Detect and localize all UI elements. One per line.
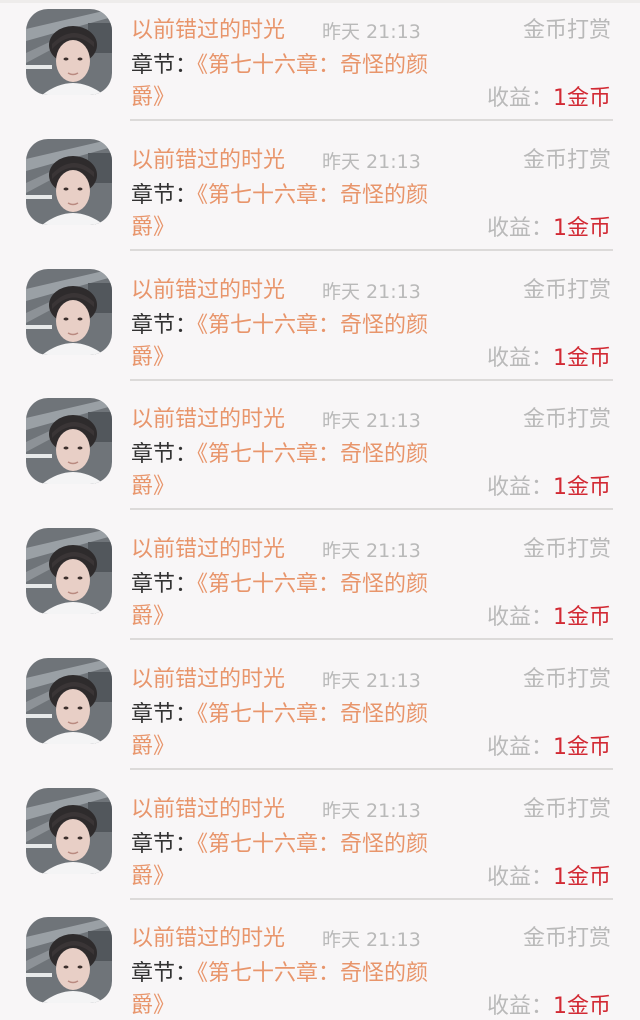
earnings-value: 1金币: [553, 605, 611, 630]
reward-time: 昨天 21:13: [322, 800, 421, 822]
reward-type-label: 金币打赏: [522, 797, 611, 822]
earnings: 收益：1金币: [487, 83, 611, 115]
earnings-value: 1金币: [553, 865, 611, 890]
user-name[interactable]: 以前错过的时光: [131, 664, 285, 696]
reward-record-item[interactable]: 以前错过的时光 昨天 21:13 金币打赏 章节：《第七十六章：奇怪的颜爵》 收…: [0, 0, 640, 130]
earnings-value: 1金币: [553, 735, 611, 760]
earnings-label: 收益：: [486, 605, 553, 630]
chapter-info[interactable]: 章节：《第七十六章：奇怪的颜爵》: [131, 180, 461, 244]
reward-type-label: 金币打赏: [522, 278, 611, 303]
row-divider: [130, 249, 613, 251]
user-avatar-icon[interactable]: [26, 658, 112, 744]
reward-time: 昨天 21:13: [322, 410, 421, 432]
chapter-prefix: 章节：: [131, 702, 198, 727]
earnings-value: 1金币: [553, 86, 611, 111]
earnings-value: 1金币: [553, 216, 611, 241]
user-name[interactable]: 以前错过的时光: [131, 534, 285, 566]
user-avatar-icon[interactable]: [26, 917, 112, 1003]
chapter-info[interactable]: 章节：《第七十六章：奇怪的颜爵》: [131, 699, 461, 763]
earnings-label: 收益：: [486, 86, 553, 111]
reward-record-item[interactable]: 以前错过的时光 昨天 21:13 金币打赏 章节：《第七十六章：奇怪的颜爵》 收…: [0, 519, 640, 649]
user-name[interactable]: 以前错过的时光: [131, 923, 285, 955]
reward-record-item[interactable]: 以前错过的时光 昨天 21:13 金币打赏 章节：《第七十六章：奇怪的颜爵》 收…: [0, 649, 640, 779]
earnings: 收益：1金币: [487, 862, 611, 894]
chapter-prefix: 章节：: [131, 313, 198, 338]
user-name[interactable]: 以前错过的时光: [131, 275, 285, 307]
chapter-info[interactable]: 章节：《第七十六章：奇怪的颜爵》: [131, 569, 461, 633]
user-avatar-icon[interactable]: [26, 9, 112, 95]
reward-record-item[interactable]: 以前错过的时光 昨天 21:13 金币打赏 章节：《第七十六章：奇怪的颜爵》 收…: [0, 779, 640, 909]
row-divider: [130, 768, 613, 770]
user-avatar-icon[interactable]: [26, 788, 112, 874]
earnings: 收益：1金币: [487, 602, 611, 634]
user-name[interactable]: 以前错过的时光: [131, 404, 285, 436]
reward-record-item[interactable]: 以前错过的时光 昨天 21:13 金币打赏 章节：《第七十六章：奇怪的颜爵》 收…: [0, 389, 640, 519]
user-avatar-icon[interactable]: [26, 139, 112, 225]
earnings-label: 收益：: [486, 865, 553, 890]
chapter-info[interactable]: 章节：《第七十六章：奇怪的颜爵》: [131, 958, 461, 1020]
user-avatar-icon[interactable]: [26, 398, 112, 484]
chapter-info[interactable]: 章节：《第七十六章：奇怪的颜爵》: [131, 829, 461, 893]
earnings-value: 1金币: [553, 994, 611, 1019]
row-divider: [130, 898, 613, 900]
chapter-info[interactable]: 章节：《第七十六章：奇怪的颜爵》: [131, 310, 461, 374]
reward-record-item[interactable]: 以前错过的时光 昨天 21:13 金币打赏 章节：《第七十六章：奇怪的颜爵》 收…: [0, 130, 640, 260]
reward-time: 昨天 21:13: [322, 929, 421, 951]
chapter-prefix: 章节：: [131, 832, 198, 857]
earnings: 收益：1金币: [487, 343, 611, 375]
earnings: 收益：1金币: [487, 472, 611, 504]
row-divider: [130, 119, 613, 121]
row-divider: [130, 508, 613, 510]
earnings-value: 1金币: [553, 475, 611, 500]
reward-type-label: 金币打赏: [522, 18, 611, 43]
reward-record-item[interactable]: 以前错过的时光 昨天 21:13 金币打赏 章节：《第七十六章：奇怪的颜爵》 收…: [0, 908, 640, 1020]
reward-time: 昨天 21:13: [322, 151, 421, 173]
reward-time: 昨天 21:13: [322, 21, 421, 43]
chapter-prefix: 章节：: [131, 442, 198, 467]
earnings: 收益：1金币: [487, 213, 611, 245]
row-divider: [130, 638, 613, 640]
earnings-label: 收益：: [486, 346, 553, 371]
user-name[interactable]: 以前错过的时光: [131, 15, 285, 47]
user-avatar-icon[interactable]: [26, 528, 112, 614]
chapter-prefix: 章节：: [131, 572, 198, 597]
reward-type-label: 金币打赏: [522, 667, 611, 692]
earnings-value: 1金币: [553, 346, 611, 371]
reward-type-label: 金币打赏: [522, 148, 611, 173]
earnings-label: 收益：: [486, 735, 553, 760]
chapter-info[interactable]: 章节：《第七十六章：奇怪的颜爵》: [131, 439, 461, 503]
chapter-prefix: 章节：: [131, 961, 198, 986]
chapter-prefix: 章节：: [131, 53, 198, 78]
reward-record-item[interactable]: 以前错过的时光 昨天 21:13 金币打赏 章节：《第七十六章：奇怪的颜爵》 收…: [0, 260, 640, 390]
reward-time: 昨天 21:13: [322, 540, 421, 562]
reward-type-label: 金币打赏: [522, 407, 611, 432]
earnings-label: 收益：: [486, 216, 553, 241]
earnings-label: 收益：: [486, 994, 553, 1019]
chapter-prefix: 章节：: [131, 183, 198, 208]
earnings: 收益：1金币: [487, 991, 611, 1020]
user-name[interactable]: 以前错过的时光: [131, 794, 285, 826]
user-name[interactable]: 以前错过的时光: [131, 145, 285, 177]
reward-time: 昨天 21:13: [322, 281, 421, 303]
reward-record-list[interactable]: 以前错过的时光 昨天 21:13 金币打赏 章节：《第七十六章：奇怪的颜爵》 收…: [0, 0, 640, 1020]
row-divider: [130, 379, 613, 381]
chapter-info[interactable]: 章节：《第七十六章：奇怪的颜爵》: [131, 50, 461, 114]
user-avatar-icon[interactable]: [26, 269, 112, 355]
reward-time: 昨天 21:13: [322, 670, 421, 692]
reward-type-label: 金币打赏: [522, 926, 611, 951]
earnings-label: 收益：: [486, 475, 553, 500]
earnings: 收益：1金币: [487, 732, 611, 764]
reward-type-label: 金币打赏: [522, 537, 611, 562]
